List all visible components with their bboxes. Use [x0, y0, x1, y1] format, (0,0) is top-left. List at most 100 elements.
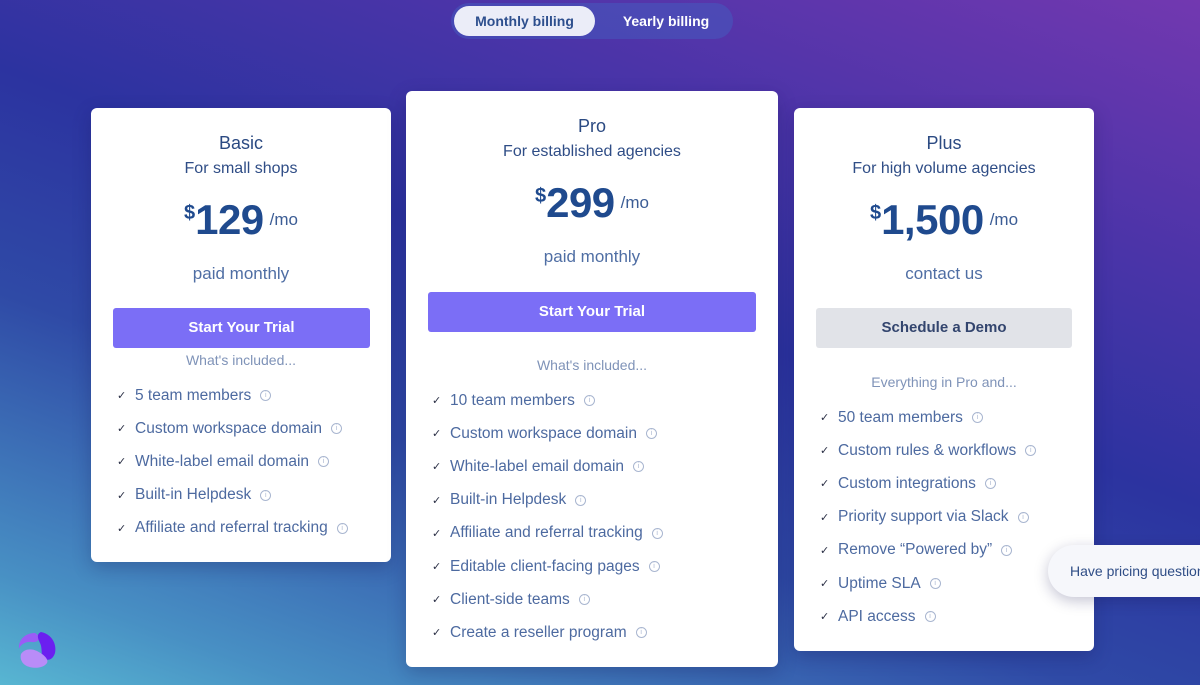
check-icon: ✓ — [117, 423, 127, 436]
feature-item: ✓ Uptime SLA i — [820, 567, 1036, 600]
info-icon[interactable]: i — [645, 428, 657, 440]
check-icon: ✓ — [117, 489, 127, 502]
plan-name: Pro — [577, 116, 606, 136]
feature-item: ✓ 5 team members i — [117, 379, 348, 412]
info-icon[interactable]: i — [260, 489, 272, 501]
check-icon: ✓ — [117, 456, 127, 469]
feature-label: Uptime SLA — [838, 574, 921, 592]
info-icon[interactable]: i — [318, 456, 330, 468]
feature-item: ✓ Priority support via Slack i — [820, 501, 1036, 534]
plan-tagline: For established agencies — [503, 143, 681, 160]
check-icon: ✓ — [820, 611, 830, 624]
info-icon[interactable]: i — [971, 412, 983, 424]
info-icon[interactable]: i — [929, 578, 941, 590]
feature-item: ✓ Remove “Powered by” i — [820, 534, 1036, 567]
feature-item: ✓ Create a reseller program i — [432, 616, 663, 649]
feature-item: ✓ Custom workspace domain i — [117, 412, 348, 445]
billing-toggle[interactable]: Monthly billing Yearly billing — [451, 3, 733, 39]
info-icon[interactable]: i — [635, 627, 647, 639]
info-icon[interactable]: i — [651, 527, 663, 539]
plan-name: Basic — [218, 133, 263, 153]
included-label: What's included... — [185, 352, 297, 368]
plan-name: Plus — [926, 133, 962, 153]
info-icon[interactable]: i — [578, 594, 590, 606]
feature-label: 50 team members — [838, 408, 963, 426]
plan-price: $129/mo — [91, 196, 391, 244]
feature-label: Affiliate and referral tracking — [135, 519, 328, 537]
feature-item: ✓ 10 team members i — [432, 384, 663, 417]
currency-symbol: $ — [534, 185, 547, 207]
check-icon: ✓ — [820, 511, 830, 524]
check-icon: ✓ — [432, 561, 442, 574]
info-icon[interactable]: i — [260, 390, 272, 402]
feature-label: Affiliate and referral tracking — [450, 524, 643, 542]
plan-tagline: For small shops — [184, 160, 298, 177]
info-icon[interactable]: i — [648, 561, 660, 573]
info-icon[interactable]: i — [330, 423, 342, 435]
check-icon: ✓ — [432, 527, 442, 540]
feature-item: ✓ Custom integrations i — [820, 467, 1036, 500]
plan-card-basic: Basic For small shops $129/mo paid month… — [91, 108, 391, 562]
feature-item: ✓ Affiliate and referral tracking i — [432, 517, 663, 550]
feature-item: ✓ White-label email domain i — [117, 445, 348, 478]
info-icon[interactable]: i — [1001, 544, 1013, 556]
info-icon[interactable]: i — [1017, 511, 1029, 523]
feature-item: ✓ API access i — [820, 600, 1036, 633]
plan-tagline: For high volume agencies — [852, 160, 1036, 177]
feature-label: Custom rules & workflows — [838, 441, 1017, 459]
start-trial-button[interactable]: Start Your Trial — [428, 292, 756, 332]
feature-label: Custom workspace domain — [135, 419, 322, 437]
info-icon[interactable]: i — [575, 494, 587, 506]
feature-label: 5 team members — [135, 386, 252, 404]
info-icon[interactable]: i — [336, 522, 348, 534]
billing-note: paid monthly — [192, 264, 290, 283]
check-icon: ✓ — [117, 522, 127, 535]
check-icon: ✓ — [432, 594, 442, 607]
yearly-billing-option[interactable]: Yearly billing — [601, 6, 731, 36]
plan-price: $1,500/mo — [794, 196, 1094, 244]
price-amount: 299 — [546, 179, 615, 226]
check-icon: ✓ — [432, 395, 442, 408]
feature-item: ✓ 50 team members i — [820, 401, 1036, 434]
price-amount: 129 — [195, 196, 264, 243]
feature-item: ✓ White-label email domain i — [432, 450, 663, 483]
info-icon[interactable]: i — [924, 611, 936, 623]
check-icon: ✓ — [432, 461, 442, 474]
feature-label: Custom integrations — [838, 474, 976, 492]
price-period: /mo — [989, 210, 1019, 229]
brand-logo-icon[interactable] — [15, 627, 59, 671]
price-period: /mo — [620, 193, 650, 212]
monthly-billing-option[interactable]: Monthly billing — [454, 6, 595, 36]
feature-label: White-label email domain — [450, 457, 625, 475]
feature-label: Built-in Helpdesk — [450, 491, 567, 509]
feature-list: ✓ 50 team members i ✓ Custom rules & workfl… — [820, 401, 1037, 633]
pricing-questions-chat-bubble[interactable]: Have pricing questions? — [1048, 545, 1200, 597]
info-icon[interactable]: i — [984, 478, 996, 490]
schedule-demo-button[interactable]: Schedule a Demo — [816, 308, 1072, 348]
feature-item: ✓ Built-in Helpdesk i — [432, 484, 663, 517]
info-icon[interactable]: i — [1025, 445, 1037, 457]
check-icon: ✓ — [820, 445, 830, 458]
check-icon: ✓ — [117, 390, 127, 403]
included-label: Everything in Pro and... — [871, 374, 1017, 390]
check-icon: ✓ — [432, 428, 442, 441]
feature-label: 10 team members — [450, 391, 575, 409]
feature-item: ✓ Custom workspace domain i — [432, 417, 663, 450]
check-icon: ✓ — [432, 627, 442, 640]
feature-label: Priority support via Slack — [838, 508, 1009, 526]
feature-item: ✓ Affiliate and referral tracking i — [117, 512, 348, 545]
feature-label: Remove “Powered by” — [838, 541, 993, 559]
feature-item: ✓ Built-in Helpdesk i — [117, 479, 348, 512]
check-icon: ✓ — [820, 578, 830, 591]
feature-label: Create a reseller program — [450, 623, 627, 641]
start-trial-button[interactable]: Start Your Trial — [113, 308, 370, 348]
billing-note: paid monthly — [543, 247, 641, 266]
info-icon[interactable]: i — [583, 395, 595, 407]
info-icon[interactable]: i — [633, 461, 645, 473]
check-icon: ✓ — [820, 478, 830, 491]
check-icon: ✓ — [820, 544, 830, 557]
feature-label: Custom workspace domain — [450, 424, 637, 442]
included-label: What's included... — [536, 357, 648, 373]
check-icon: ✓ — [820, 412, 830, 425]
feature-list: ✓ 10 team members i ✓ Custom workspace doma… — [432, 384, 663, 650]
